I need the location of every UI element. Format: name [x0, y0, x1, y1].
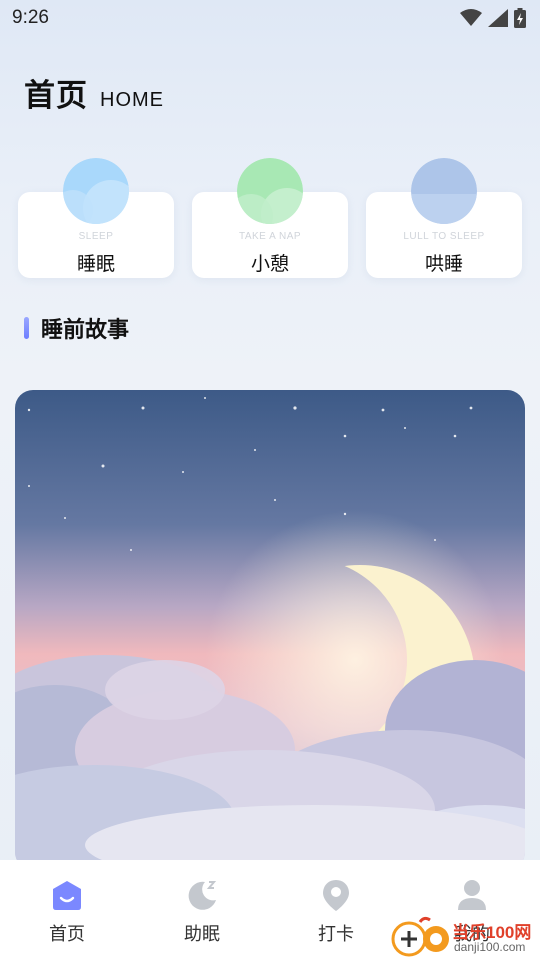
page-subtitle: HOME: [100, 89, 164, 111]
signal-icon: [488, 9, 508, 27]
mode-chinese-label: 睡眠: [76, 253, 115, 275]
wifi-icon: [460, 9, 482, 26]
status-bar: 9:26: [0, 0, 540, 36]
tab-home[interactable]: 首页: [22, 878, 112, 946]
section-title: 睡前故事: [41, 318, 130, 343]
mode-chinese-label: 小憩: [250, 253, 289, 275]
sleep-orb-icon: [63, 158, 129, 224]
tab-label: 打卡: [318, 924, 354, 945]
tab-label: 助眠: [184, 924, 220, 945]
person-icon: [458, 880, 486, 910]
status-icons: [460, 8, 526, 28]
page-title: 首页: [24, 78, 88, 114]
status-time: 9:26: [12, 7, 49, 28]
page-header: 首页 HOME: [24, 70, 164, 115]
mode-english-label: LULL TO SLEEP: [403, 231, 485, 242]
lull-orb-icon: [411, 158, 477, 224]
sleep-mode-cards: SLEEP 睡眠 TAKE A NAP 小憩 LULL TO SLEEP 哄睡: [18, 158, 522, 280]
location-pin-icon: [323, 880, 349, 911]
moon-clouds-illustration: [15, 390, 525, 870]
tab-label: 首页: [49, 924, 85, 945]
home-face-icon: [53, 881, 81, 910]
mode-chinese-label: 哄睡: [424, 253, 463, 275]
nap-orb-icon: [237, 158, 303, 224]
mode-english-label: SLEEP: [78, 231, 114, 242]
site-watermark: 当乐100网 danji100.com: [390, 914, 540, 960]
mode-english-label: TAKE A NAP: [238, 231, 302, 242]
bedtime-story-card[interactable]: [15, 390, 525, 870]
tab-check-in[interactable]: 打卡: [291, 878, 381, 946]
battery-icon: [514, 8, 526, 28]
watermark-domain: danji100.com: [454, 940, 526, 954]
tab-sleep-aid[interactable]: 助眠: [157, 878, 247, 946]
section-header: 睡前故事: [24, 312, 129, 344]
moon-sleep-icon: [188, 881, 217, 910]
section-accent-bar: [24, 317, 29, 339]
watermark-logo-icon: [391, 916, 449, 957]
